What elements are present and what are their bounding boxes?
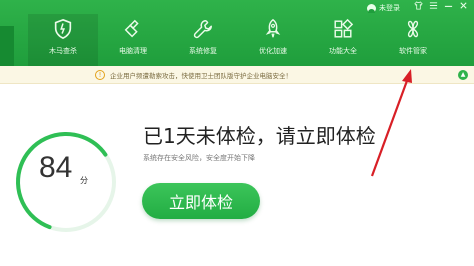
user-icon <box>367 3 376 13</box>
checkup-headline: 已1天未体检，请立即体检 <box>143 124 376 148</box>
tab-label: 功能大全 <box>329 47 357 55</box>
software-icon <box>407 20 419 38</box>
collapse-icon[interactable]: ▲ <box>458 70 468 80</box>
tab-pc-cleanup[interactable]: 电脑清理 <box>98 14 168 66</box>
logo-edge <box>0 26 14 66</box>
user-area[interactable]: 未登录 <box>367 3 400 13</box>
main-tabs: 木马查杀 电脑清理 系统修复 优化加速 功能大全 软件管家 <box>28 14 448 66</box>
tab-system-repair[interactable]: 系统修复 <box>168 14 238 66</box>
tab-label: 软件管家 <box>399 47 427 55</box>
shield-icon <box>54 18 72 40</box>
tab-label: 系统修复 <box>189 47 217 55</box>
user-label: 未登录 <box>379 4 400 12</box>
score-value: 84 <box>39 151 73 184</box>
rocket-icon <box>265 18 281 38</box>
grid-icon <box>334 18 354 38</box>
score-unit: 分 <box>80 176 88 185</box>
tab-label: 木马查杀 <box>49 47 77 55</box>
tab-label: 优化加速 <box>259 47 287 55</box>
tab-trojan-scan[interactable]: 木马查杀 <box>28 14 98 66</box>
checkup-now-button[interactable]: 立即体检 <box>142 183 260 219</box>
info-icon: ! <box>95 69 105 80</box>
notice-bar[interactable]: ! 企业用户频遭勒索攻击，快使用卫士团队版守护企业电脑安全！ ▲ <box>0 66 474 84</box>
checkup-subline: 系统存在安全风险，安全度开始下降 <box>143 154 255 162</box>
broom-icon <box>124 19 139 38</box>
tab-software-manager[interactable]: 软件管家 <box>378 14 448 66</box>
tab-label: 电脑清理 <box>119 47 147 55</box>
wrench-icon <box>193 20 212 39</box>
tab-all-features[interactable]: 功能大全 <box>308 14 378 66</box>
notice-text: 企业用户频遭勒索攻击，快使用卫士团队版守护企业电脑安全！ <box>110 71 292 80</box>
top-bar: 未登录 木马查杀 电脑清理 系统修复 优化加速 功能大全 软件管家 <box>0 0 474 66</box>
tab-speed-up[interactable]: 优化加速 <box>238 14 308 66</box>
close-icon[interactable] <box>459 0 468 16</box>
